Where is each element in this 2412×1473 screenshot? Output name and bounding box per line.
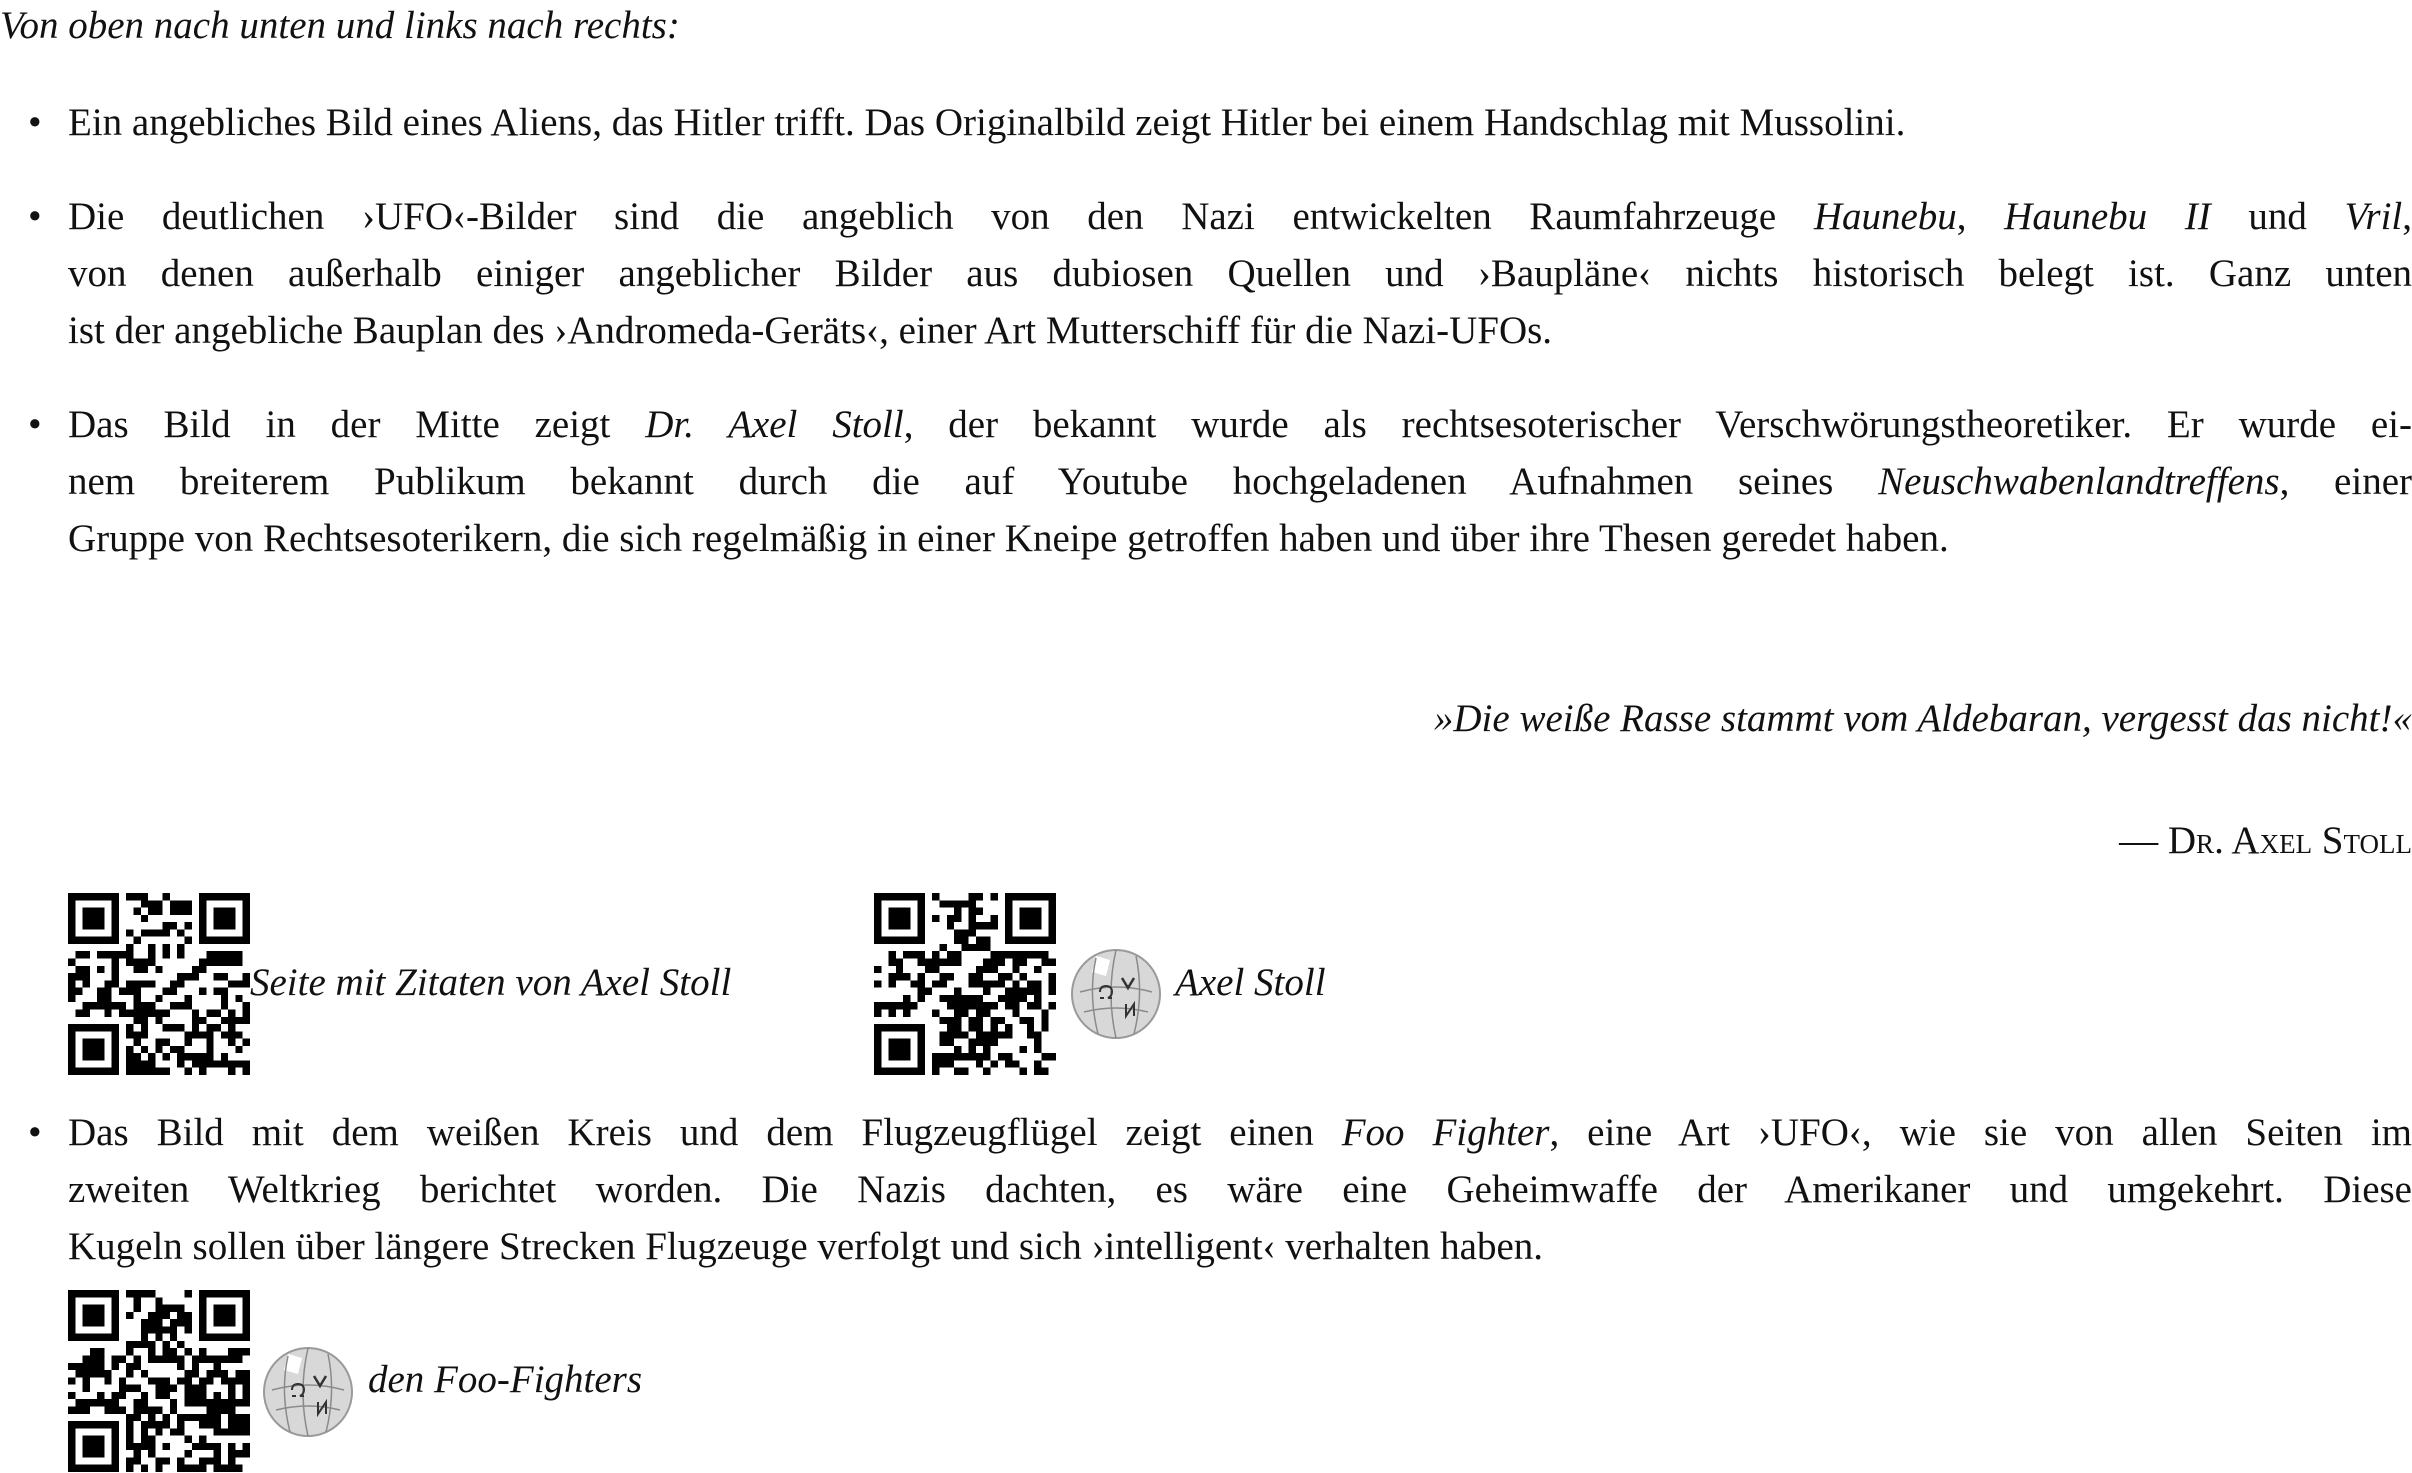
intro-line: Von oben nach unten und links nach recht… — [0, 4, 680, 47]
emphasis-haunebu: Haunebu — [1813, 195, 1957, 238]
text-run: , — [2402, 195, 2412, 238]
bullet-text: Ein angebliches Bild eines Aliens, das H… — [68, 101, 1906, 144]
link-label-stoll-wiki[interactable]: Axel Stoll — [1175, 954, 1326, 1011]
emphasis-haunebu-ii: Haunebu II — [2004, 195, 2211, 238]
qr-code-icon[interactable] — [874, 893, 1056, 1075]
bullet-text-line: nem breiterem Publikum bekannt durch die… — [68, 453, 2412, 510]
bullet-marker: • — [28, 101, 42, 144]
text-run: , — [1956, 195, 2005, 238]
bullet-marker: • — [28, 1111, 42, 1154]
qr-code-graphic — [68, 893, 250, 1075]
bullet-text-line: ist der angebliche Bauplan des ›Andromed… — [68, 309, 1553, 352]
emphasis-vril: Vril — [2344, 195, 2403, 238]
wikipedia-globe-icon — [258, 1340, 358, 1440]
text-run: Die deutlichen ›UFO‹-Bilder sind die ang… — [68, 195, 1814, 238]
bullet-text-line: Gruppe von Rechtsesoterikern, die sich r… — [68, 517, 1949, 560]
epigraph-quote: »Die weiße Rasse stammt vom Aldebaran, v… — [1433, 697, 2412, 740]
emphasis-neuschwabenlandtreffen: Neuschwabenlandtreffens — [1878, 460, 2280, 503]
bullet-text-line: zweiten Weltkrieg berichtet worden. Die … — [68, 1168, 2412, 1211]
bullet-text-line: Das Bild in der Mitte zeigt Dr. Axel Sto… — [68, 396, 2412, 453]
bullet-text-line: Kugeln sollen über längere Strecken Flug… — [68, 1225, 1544, 1268]
bullet-marker: • — [28, 403, 42, 446]
emphasis-foo-fighter: Foo Fighter — [1341, 1111, 1550, 1154]
text-run: Das Bild in der Mitte zeigt — [68, 403, 646, 446]
qr-code-graphic — [874, 893, 1056, 1075]
qr-code-icon[interactable] — [68, 1290, 250, 1472]
text-run: nem breiterem Publikum bekannt durch die… — [68, 460, 1879, 503]
link-label-zitate[interactable]: Seite mit Zitaten von Axel Stoll — [250, 954, 731, 1011]
bullet-text-line: Die deutlichen ›UFO‹-Bilder sind die ang… — [68, 188, 2412, 245]
emphasis-axel-stoll: Dr. Axel Stoll — [645, 403, 904, 446]
text-run: , einer — [2279, 460, 2412, 503]
bullet-text-line: von denen außerhalb einiger angeblicher … — [68, 252, 2412, 295]
bullet-marker: • — [28, 195, 42, 238]
qr-code-icon[interactable] — [68, 893, 250, 1075]
text-run: Das Bild mit dem weißen Kreis und dem Fl… — [68, 1111, 1342, 1154]
link-label-foo-wiki[interactable]: den Foo-Fighters — [368, 1351, 642, 1408]
wikipedia-globe-icon — [1066, 942, 1166, 1042]
text-run: und — [2210, 195, 2345, 238]
text-run: , der bekannt wurde als rechtsesoterisch… — [903, 403, 2412, 446]
bullet-text-line: Das Bild mit dem weißen Kreis und dem Fl… — [68, 1104, 2412, 1161]
text-run: , eine Art ›UFO‹, wie sie von allen Seit… — [1549, 1111, 2412, 1154]
qr-code-graphic — [68, 1290, 250, 1472]
epigraph-author: — Dr. Axel Stoll — [2119, 812, 2412, 869]
author-name: — Dr. Axel Stoll — [2119, 819, 2412, 862]
wikipedia-globe-graphic — [263, 1347, 353, 1437]
wikipedia-globe-graphic — [1071, 949, 1161, 1039]
